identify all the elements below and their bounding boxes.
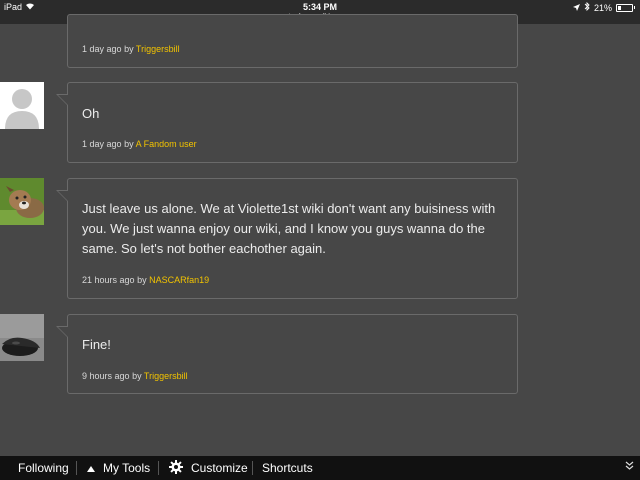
comment-text-line: Just leave us alone. We at Violette1st w… <box>82 201 496 216</box>
comment-author-link[interactable]: A Fandom user <box>136 139 197 149</box>
comment-meta: 9 hours ago by Triggersbill <box>82 371 188 381</box>
comment-text-line: same. So let's not bother eachother agai… <box>82 241 326 256</box>
shortcuts-label: Shortcuts <box>262 461 313 475</box>
customize-label: Customize <box>191 461 248 475</box>
battery-percent: 21% <box>593 2 612 13</box>
comment-author-link[interactable]: Triggersbill <box>144 371 188 381</box>
battery-icon <box>616 3 633 12</box>
comment-text-line: you. We just wanna enjoy our wiki, and I… <box>82 221 485 236</box>
comment-meta: 1 day ago by A Fandom user <box>82 139 197 149</box>
toolbar-divider <box>158 461 159 475</box>
comment-time: 1 day ago <box>82 44 122 54</box>
caret-up-icon <box>87 461 95 475</box>
battery-tip <box>634 6 635 9</box>
comment-by: by <box>124 44 134 54</box>
shortcuts-button[interactable]: Shortcuts <box>262 456 313 480</box>
my-tools-label: My Tools <box>103 461 151 475</box>
comment-meta: 21 hours ago by NASCARfan19 <box>82 275 209 285</box>
avatar-dog[interactable] <box>0 178 44 225</box>
comment-text: Oh <box>82 106 100 121</box>
gear-icon <box>169 459 183 477</box>
collapse-toolbar-icon[interactable] <box>625 461 634 474</box>
comment-author-link[interactable]: NASCARfan19 <box>149 275 209 285</box>
wiki-toolbar: Following My Tools Customize Shortcuts <box>0 456 640 480</box>
comment-text: Fine! <box>82 337 111 352</box>
customize-button[interactable]: Customize <box>169 456 248 480</box>
toolbar-divider <box>76 461 77 475</box>
comment-time: 9 hours ago <box>82 371 130 381</box>
comment-author-link[interactable]: Triggersbill <box>136 44 180 54</box>
comment-time: 1 day ago <box>82 139 122 149</box>
dark-object-photo <box>0 314 44 361</box>
comment-by: by <box>132 371 142 381</box>
bluetooth-icon <box>584 1 590 13</box>
location-arrow-icon <box>572 3 580 13</box>
comment-time: 21 hours ago <box>82 275 135 285</box>
comment-bubble: Fine! 9 hours ago by Triggersbill <box>56 314 518 394</box>
comment-text: Just leave us alone. We at Violette1st w… <box>82 199 495 259</box>
comment-bubble: Oh 1 day ago by A Fandom user <box>56 82 518 163</box>
default-user-icon <box>0 82 44 129</box>
toolbar-divider <box>252 461 253 475</box>
following-button[interactable]: Following <box>18 456 69 480</box>
avatar-default[interactable] <box>0 82 44 129</box>
my-tools-button[interactable]: My Tools <box>87 456 150 480</box>
comment-bubble: Just leave us alone. We at Violette1st w… <box>56 178 518 299</box>
avatar-dark-object[interactable] <box>0 314 44 361</box>
comment-by: by <box>124 139 134 149</box>
dog-photo <box>0 178 44 225</box>
status-right: 21% <box>572 1 635 13</box>
comment-bubble: 1 day ago by Triggersbill <box>67 14 518 68</box>
comment-by: by <box>137 275 147 285</box>
comment-meta: 1 day ago by Triggersbill <box>82 44 180 54</box>
clock: 5:34 PM <box>302 2 337 12</box>
following-label: Following <box>18 461 69 475</box>
